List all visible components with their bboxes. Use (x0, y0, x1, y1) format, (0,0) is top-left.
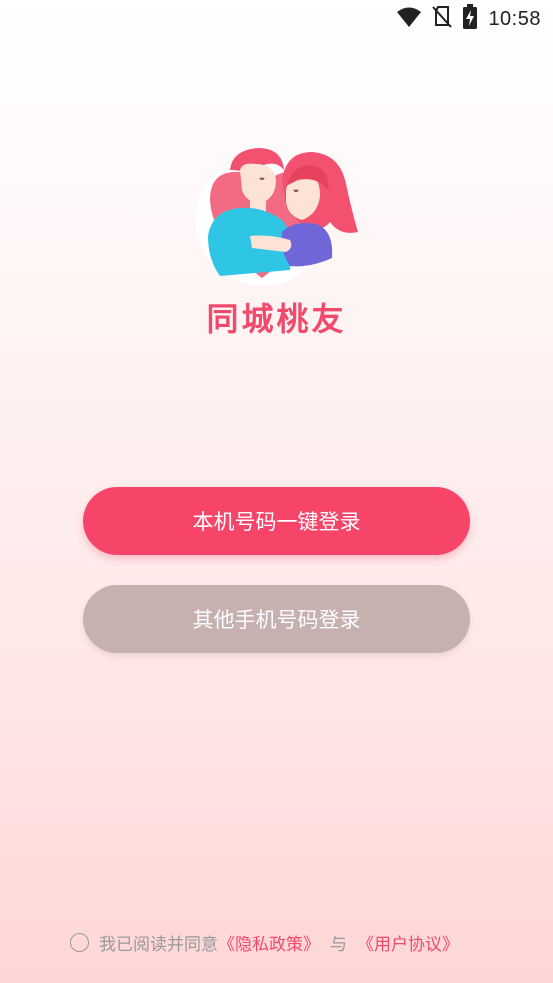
no-sim-icon (432, 5, 453, 33)
user-agreement-link[interactable]: 《用户协议》 (357, 930, 459, 955)
privacy-policy-link[interactable]: 《隐私政策》 (218, 930, 320, 955)
status-bar: 10:58 (0, 0, 553, 38)
wifi-icon (396, 6, 422, 32)
other-phone-login-button[interactable]: 其他手机号码登录 (83, 585, 470, 653)
agreement-row: 我已阅读并同意 《隐私政策》 与 《用户协议》 (70, 928, 459, 956)
couple-logo-icon (190, 140, 365, 290)
agreement-prefix: 我已阅读并同意 (99, 934, 218, 955)
agreement-radio[interactable] (70, 932, 89, 952)
one-click-login-button[interactable]: 本机号码一键登录 (83, 487, 470, 555)
agreement-and: 与 (330, 934, 347, 955)
status-icons: 10:58 (396, 4, 541, 34)
status-time: 10:58 (488, 7, 541, 30)
app-name: 同城桃友 (206, 300, 347, 338)
battery-charging-icon (462, 4, 478, 34)
